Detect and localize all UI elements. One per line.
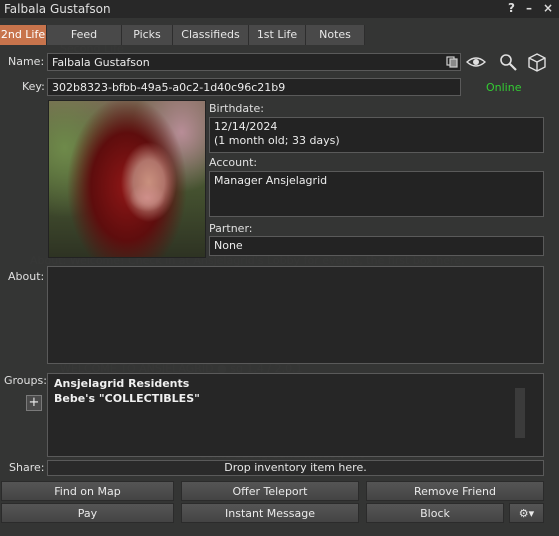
help-icon[interactable]: ?: [508, 1, 515, 15]
title-bar[interactable]: Falbala Gustafson ? – ×: [0, 0, 559, 18]
groups-scrollbar[interactable]: [515, 388, 525, 438]
profile-window: Falbala Gustafson ? – × 2nd Life Feed Pi…: [0, 0, 559, 536]
groups-label: Groups:: [4, 374, 47, 387]
magnifier-icon[interactable]: [499, 53, 517, 71]
tab-classifieds[interactable]: Classifieds: [173, 25, 249, 45]
account-field: Manager Ansjelagrid: [209, 171, 544, 217]
window-title: Falbala Gustafson: [4, 2, 111, 16]
eye-icon[interactable]: [466, 55, 486, 69]
minimize-icon[interactable]: –: [526, 1, 532, 15]
tab-feed[interactable]: Feed: [47, 25, 122, 45]
group-item[interactable]: Ansjelagrid Residents: [54, 377, 189, 390]
tab-1st-life[interactable]: 1st Life: [249, 25, 306, 45]
online-status: Online: [486, 81, 522, 94]
gear-icon: ⚙▾: [518, 507, 535, 520]
account-value: Manager Ansjelagrid: [214, 174, 328, 187]
key-value: 302b8323-bfbb-49a5-a0c2-1d40c96c21b9: [52, 81, 286, 94]
group-item[interactable]: Bebe's "COLLECTIBLES": [54, 392, 200, 405]
birthdate-age: (1 month old; 33 days): [214, 134, 340, 147]
about-label: About:: [8, 270, 45, 283]
name-label: Name:: [8, 55, 45, 68]
block-button[interactable]: Block: [366, 503, 504, 523]
name-field[interactable]: Falbala Gustafson: [47, 53, 461, 71]
share-label: Share:: [9, 461, 45, 474]
instant-message-button[interactable]: Instant Message: [181, 503, 359, 523]
birthdate-field: 12/14/2024 (1 month old; 33 days): [209, 117, 544, 153]
pay-button[interactable]: Pay: [1, 503, 174, 523]
close-icon[interactable]: ×: [543, 1, 553, 15]
share-drop-text: Drop inventory item here.: [224, 461, 367, 474]
key-field[interactable]: 302b8323-bfbb-49a5-a0c2-1d40c96c21b9: [47, 78, 461, 96]
cube-icon[interactable]: [527, 52, 547, 72]
remove-friend-button[interactable]: Remove Friend: [366, 481, 544, 501]
birthdate-value: 12/14/2024: [214, 120, 278, 133]
partner-label: Partner:: [209, 222, 253, 235]
add-group-button[interactable]: +: [26, 395, 42, 411]
birthdate-label: Birthdate:: [209, 102, 264, 115]
account-label: Account:: [209, 156, 258, 169]
share-drop-target[interactable]: Drop inventory item here.: [47, 460, 544, 476]
profile-picture[interactable]: [48, 100, 206, 258]
partner-value: None: [214, 239, 243, 252]
tab-picks[interactable]: Picks: [122, 25, 173, 45]
groups-list[interactable]: Ansjelagrid Residents Bebe's "COLLECTIBL…: [47, 373, 544, 457]
tab-notes[interactable]: Notes: [306, 25, 365, 45]
name-value: Falbala Gustafson: [52, 56, 150, 69]
offer-teleport-button[interactable]: Offer Teleport: [181, 481, 359, 501]
key-label: Key:: [22, 80, 45, 93]
tab-2nd-life[interactable]: 2nd Life: [0, 25, 47, 45]
partner-field: None: [209, 236, 544, 256]
copy-icon[interactable]: [446, 56, 458, 68]
gear-menu-button[interactable]: ⚙▾: [509, 503, 544, 523]
find-on-map-button[interactable]: Find on Map: [1, 481, 174, 501]
about-textbox[interactable]: [47, 266, 544, 364]
